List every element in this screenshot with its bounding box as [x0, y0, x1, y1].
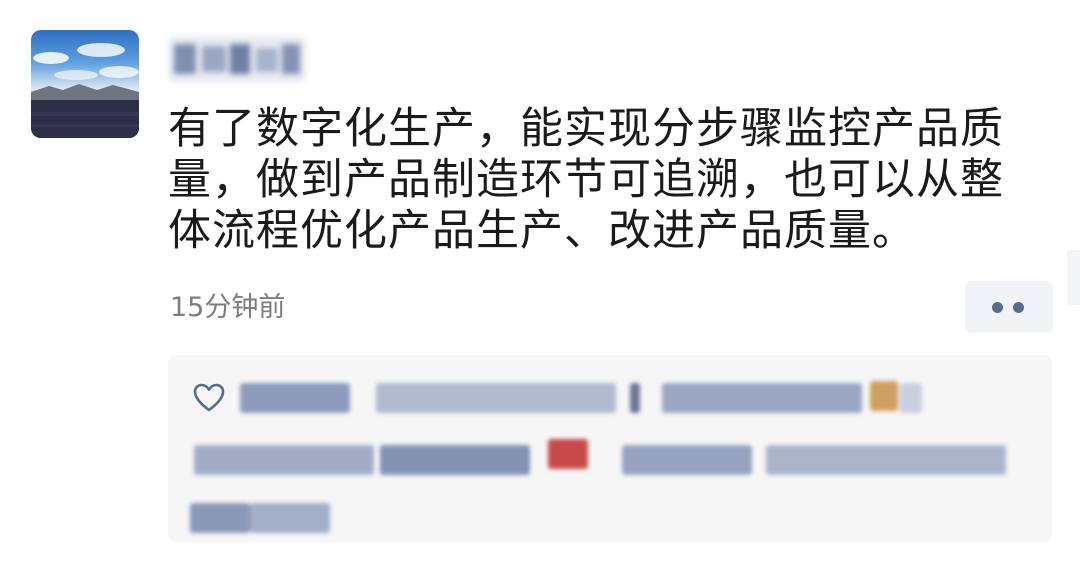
more-dots-icon — [992, 302, 1003, 313]
more-dots-icon — [1013, 302, 1024, 313]
heart-outline-icon — [193, 383, 225, 412]
post-timestamp: 15分钟前 — [170, 292, 286, 323]
avatar-landscape-icon — [31, 43, 139, 138]
post-content-line: 有了数字化生产，能实现分步骤监控产品质 — [168, 104, 1004, 154]
scroll-edge — [1067, 250, 1080, 305]
moments-post: 有了数字化生产，能实现分步骤监控产品质 量，做到产品制造环节可追溯，也可以从整 … — [0, 0, 1080, 578]
post-content: 有了数字化生产，能实现分步骤监控产品质 量，做到产品制造环节可追溯，也可以从整 … — [168, 104, 1048, 257]
more-actions-button[interactable] — [965, 281, 1053, 333]
liked-by-names-blurred[interactable] — [190, 369, 1030, 533]
post-content-line: 量，做到产品制造环节可追溯，也可以从整 — [168, 155, 1004, 205]
blurred-name-mosaic — [168, 36, 306, 82]
avatar[interactable] — [31, 30, 139, 138]
likes-panel — [168, 355, 1052, 542]
author-name-blurred[interactable] — [168, 36, 306, 82]
post-content-line: 体流程优化产品生产、改进产品质量。 — [168, 206, 916, 256]
